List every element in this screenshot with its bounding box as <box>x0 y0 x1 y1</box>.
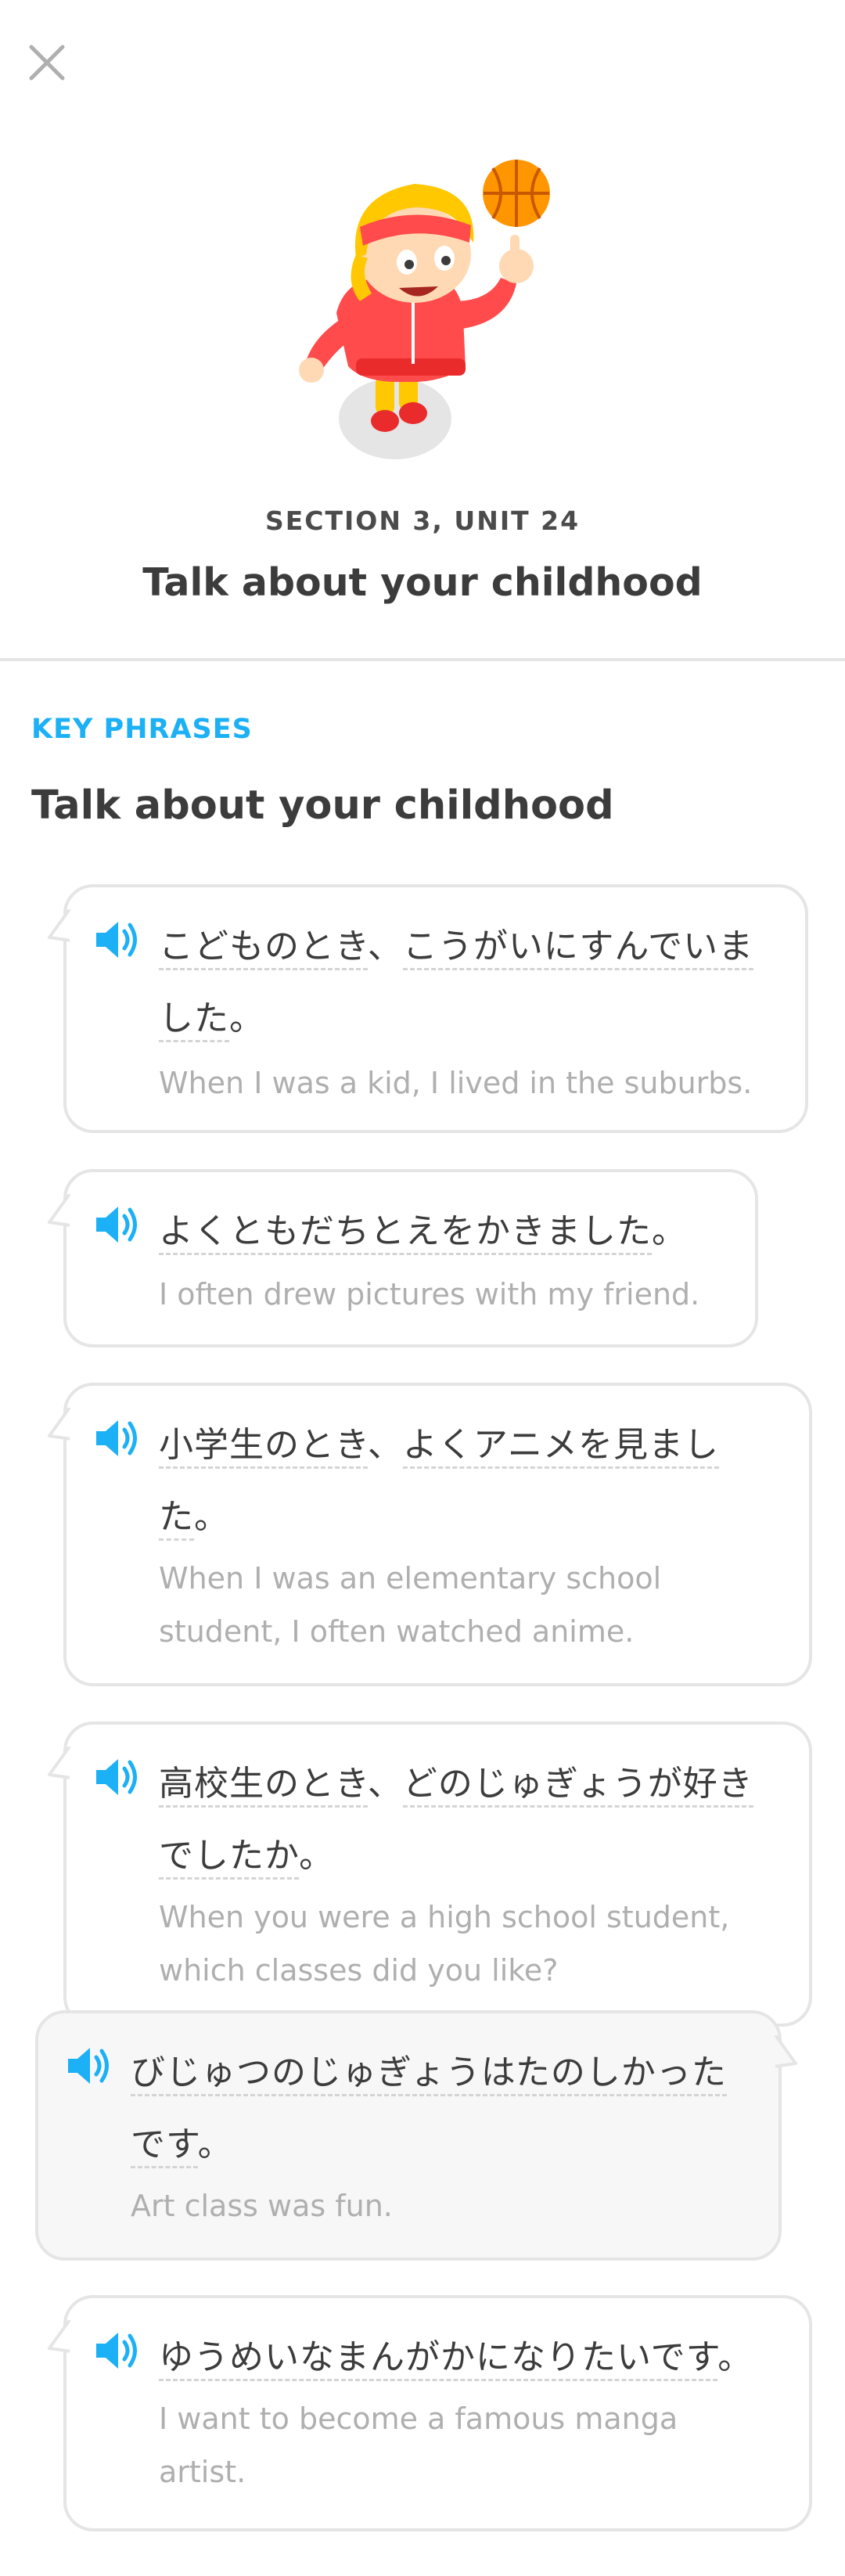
bubble-tail <box>48 1747 76 1779</box>
phrase-translation: Art class was fun. <box>131 2189 393 2223</box>
jp-word[interactable]: 高校生のとき <box>159 1764 368 1808</box>
phrase-bubble-2: よくともだちとえをかきました。 I often drew pictures wi… <box>48 1169 758 1347</box>
bubble-tail <box>48 1194 76 1227</box>
jp-word[interactable]: びじゅつのじゅぎょうはたのしかった <box>131 2053 727 2096</box>
jp-word[interactable]: でしたか <box>159 1836 300 1880</box>
key-phrases-label: KEY PHRASES <box>31 714 253 745</box>
key-phrases-screen: SECTION 3, UNIT 24 Talk about your child… <box>0 0 845 2576</box>
phrase-japanese: 小学生のとき、よくアニメを見まし た。 <box>159 1409 782 1553</box>
character-illustration <box>299 160 550 459</box>
phrase-translation-line2: student, I often watched anime. <box>159 1614 635 1649</box>
close-button[interactable] <box>22 38 72 88</box>
speaker-icon[interactable] <box>93 1417 140 1459</box>
jp-punct: 。 <box>194 1497 229 1537</box>
phrase-translation-line2: artist. <box>159 2455 246 2489</box>
jp-word[interactable]: よくアニメを見まし <box>402 1425 720 1469</box>
phrase-japanese: びじゅつのじゅぎょうはたのしかった です。 <box>131 2037 752 2181</box>
phrase-translation-line1: When you were a high school student, <box>159 1900 730 1934</box>
phrase-japanese: こどものとき、こうがいにすんでいま した。 <box>159 911 778 1055</box>
jp-punct: 。 <box>197 2124 233 2164</box>
jp-word[interactable]: よくともだちとえをかきました <box>159 1211 652 1255</box>
bubble-tail <box>48 909 76 942</box>
phrase-japanese: よくともだちとえをかきました。 <box>159 1196 728 1268</box>
bubble-tail <box>769 2035 797 2068</box>
phrase-bubble-6: ゆうめいなまんがかになりたいです。 I want to become a fam… <box>48 2295 812 2531</box>
jp-punct: 。 <box>229 998 264 1038</box>
bubble-tail <box>48 1408 76 1441</box>
jp-word[interactable]: こどものとき <box>159 926 368 970</box>
phrase-japanese: 高校生のとき、どのじゅぎょうが好き でしたか。 <box>159 1748 782 1892</box>
jp-word[interactable]: た <box>159 1497 194 1541</box>
jp-word[interactable]: です <box>131 2124 198 2168</box>
jp-word[interactable]: した <box>159 998 229 1042</box>
phrase-bubble-1: こどものとき、こうがいにすんでいま した。 When I was a kid, … <box>48 884 808 1133</box>
speaker-icon[interactable] <box>65 2045 112 2087</box>
jp-word[interactable]: ゆうめいなまんがかになりたいです <box>159 2337 718 2381</box>
phrase-bubble-4: 高校生のとき、どのじゅぎょうが好き でしたか。 When you were a … <box>48 1722 812 2027</box>
phrase-japanese: ゆうめいなまんがかになりたいです。 <box>159 2322 782 2394</box>
phrase-translation: When I was a kid, I lived in the suburbs… <box>159 1066 753 1100</box>
speaker-icon[interactable] <box>93 2330 140 2372</box>
jp-punct: 。 <box>652 1211 687 1251</box>
phrase-translation-line1: I want to become a famous manga <box>159 2402 678 2436</box>
speaker-icon[interactable] <box>93 1756 140 1798</box>
jp-word[interactable]: 小学生のとき <box>159 1425 368 1469</box>
jp-word[interactable]: こうがいにすんでいま <box>402 926 754 970</box>
speaker-icon[interactable] <box>93 1203 140 1246</box>
bubble-tail <box>48 2320 76 2353</box>
jp-punct: 、 <box>367 926 403 966</box>
phrase-bubble-3: 小学生のとき、よくアニメを見まし た。 When I was an elemen… <box>48 1383 812 1686</box>
phrase-translation-line1: When I was an elementary school <box>159 1561 662 1596</box>
phrase-translation-line2: which classes did you like? <box>159 1953 559 1988</box>
section-unit-label: SECTION 3, UNIT 24 <box>264 505 581 536</box>
jp-punct: 、 <box>367 1425 403 1465</box>
jp-punct: 、 <box>367 1764 403 1804</box>
close-icon <box>29 45 65 81</box>
phrase-bubble-5: びじゅつのじゅぎょうはたのしかった です。 Art class was fun. <box>35 2010 797 2261</box>
phrase-group-title: Talk about your childhood <box>31 783 614 829</box>
divider <box>0 658 845 661</box>
unit-title: Talk about your childhood <box>142 560 703 605</box>
phrase-translation: I often drew pictures with my friend. <box>159 1277 700 1311</box>
speaker-icon[interactable] <box>93 919 140 961</box>
jp-word[interactable]: どのじゅぎょうが好き <box>402 1764 753 1808</box>
jp-punct: 。 <box>299 1836 335 1876</box>
jp-punct: 。 <box>717 2337 753 2377</box>
